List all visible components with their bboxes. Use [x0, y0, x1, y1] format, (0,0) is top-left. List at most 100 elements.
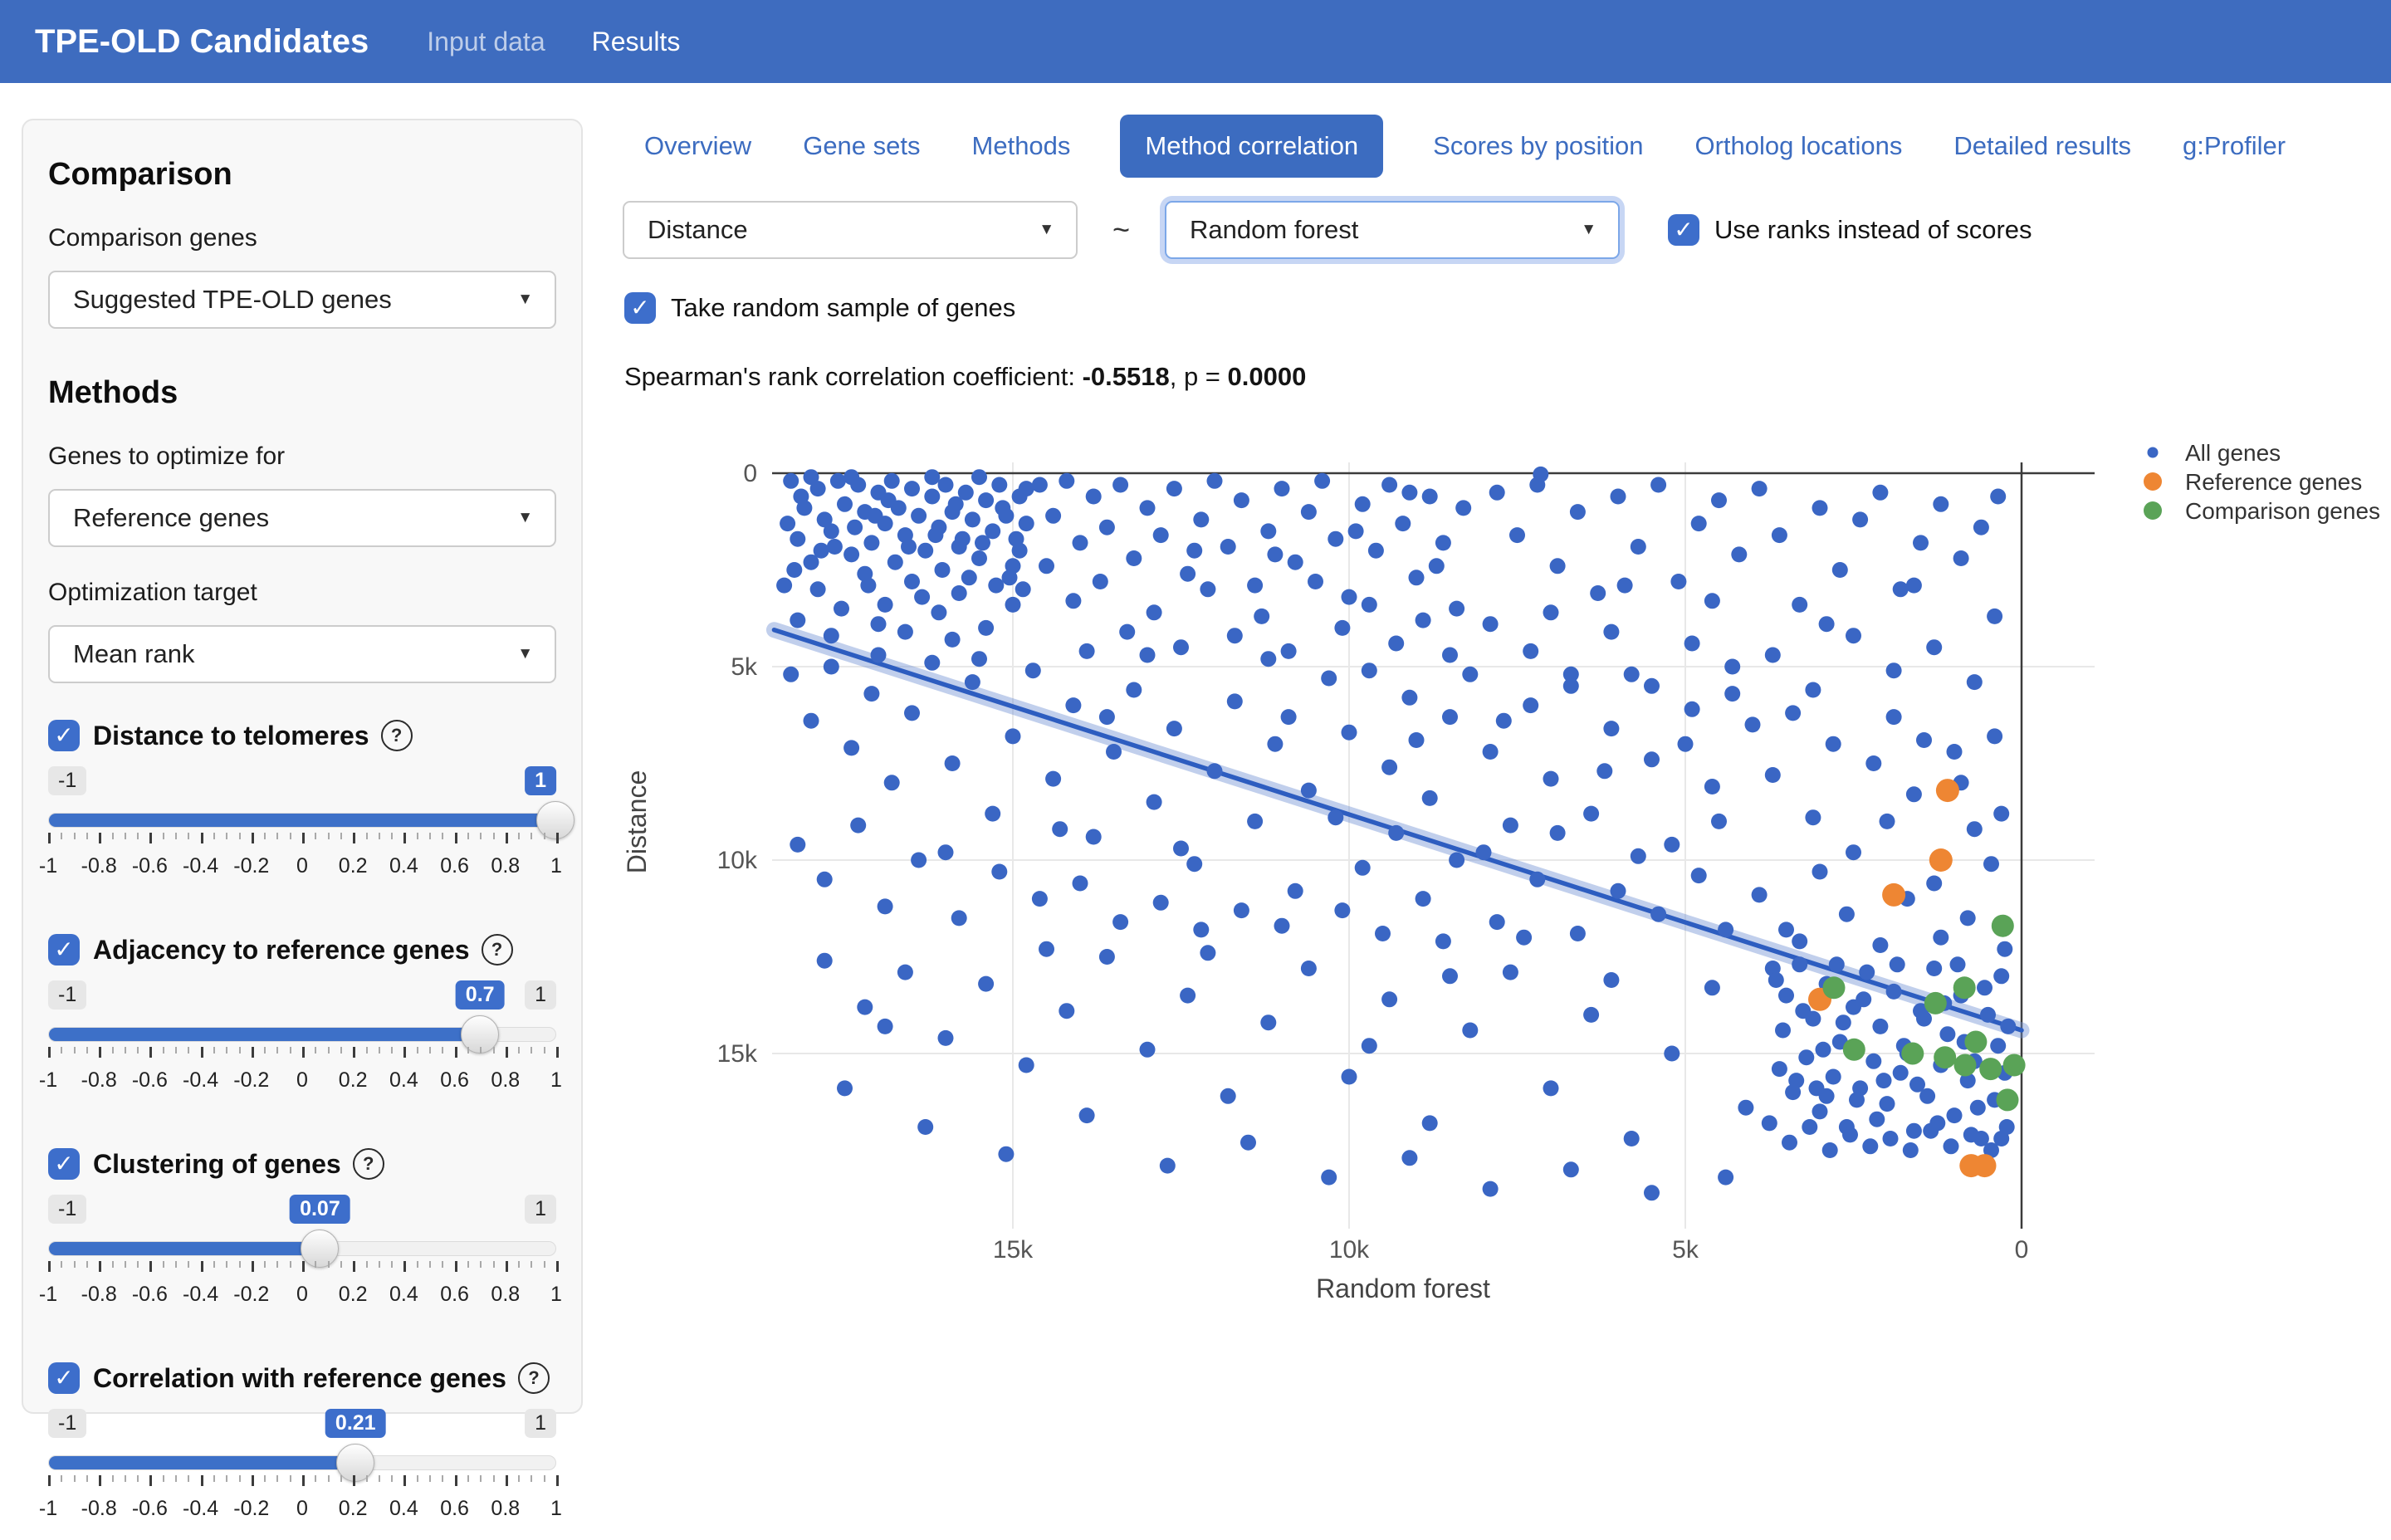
optimization-target-select[interactable]: Mean rank ▼ — [48, 625, 556, 683]
slider-track[interactable] — [48, 1241, 556, 1256]
method-y-value: Random forest — [1190, 215, 1358, 245]
comparison-genes-value: Suggested TPE-OLD genes — [73, 285, 392, 315]
correlation-with-reference-genes-checkbox[interactable]: ✓ — [48, 1362, 80, 1394]
method-x-select[interactable]: Distance ▼ — [623, 201, 1078, 259]
correlation-with-reference-genes-label: Correlation with reference genes — [93, 1363, 506, 1394]
optimization-target-value: Mean rank — [73, 639, 194, 669]
slider-max-badge: 1 — [525, 1409, 556, 1438]
legend-item-all-genes[interactable]: All genes — [2148, 440, 2281, 466]
methods-heading: Methods — [48, 375, 556, 411]
slider-track[interactable] — [48, 1027, 556, 1042]
genes-to-optimize-select[interactable]: Reference genes ▼ — [48, 489, 556, 547]
slider-min-badge: -1 — [48, 1195, 86, 1224]
chart-legend: All genes Reference genes Comparison genes — [2144, 440, 2380, 524]
x-axis-title: Random forest — [1316, 1274, 1490, 1303]
slider-grid: -1-0.8-0.6-0.4-0.200.20.40.60.81 — [48, 833, 556, 891]
correlation-chart[interactable]: 05k10k15k15k10k5k0DistanceRandom forestA… — [614, 432, 2391, 1345]
method-x-value: Distance — [648, 215, 748, 245]
slider-min-badge: -1 — [48, 1409, 86, 1438]
use-ranks-checkbox[interactable]: ✓ — [1668, 214, 1699, 246]
tab-methods[interactable]: Methods — [971, 115, 1073, 178]
tab-g-profiler[interactable]: g:Profiler — [2181, 115, 2287, 178]
method-sliders: ✓ Distance to telomeres? -1 1 -1-0.8-0.6-0.… — [48, 720, 556, 1540]
chevron-down-icon: ▼ — [1039, 221, 1054, 239]
slider-adjacency-to-reference-genes[interactable]: -1 1 0.7 -1-0.8-0.6-0.4-0.200.20.40.60.81 — [48, 980, 556, 1112]
chevron-down-icon: ▼ — [517, 645, 533, 663]
slider-value-badge: 1 — [525, 766, 556, 795]
correlation-controls: Distance ▼ ~ Random forest ▼ ✓ Use ranks… — [623, 201, 2032, 259]
slider-track[interactable] — [48, 1455, 556, 1470]
sidebar-panel: Comparison Comparison genes Suggested TP… — [22, 119, 583, 1414]
navbar: TPE-OLD Candidates Input data Results — [0, 0, 2391, 83]
scatter-plot-canvas[interactable]: 05k10k15k15k10k5k0DistanceRandom forestA… — [614, 432, 2391, 1345]
chevron-down-icon: ▼ — [517, 509, 533, 527]
slider-grid: -1-0.8-0.6-0.4-0.200.20.40.60.81 — [48, 1047, 556, 1105]
nav-link-input-data[interactable]: Input data — [427, 27, 545, 57]
method-row-correlation-with-reference-genes: ✓ Correlation with reference genes? — [48, 1362, 556, 1394]
legend-marker-icon — [2148, 447, 2159, 458]
adjacency-to-reference-genes-label: Adjacency to reference genes — [93, 935, 470, 966]
svg-text:5k: 5k — [1672, 1236, 1699, 1264]
slider-value-badge: 0.21 — [325, 1409, 386, 1438]
help-icon[interactable]: ? — [381, 720, 413, 751]
svg-text:10k: 10k — [717, 847, 758, 874]
svg-text:0: 0 — [743, 460, 757, 487]
stats-prefix: Spearman's rank correlation coefficient: — [624, 362, 1083, 391]
slider-grid: -1-0.8-0.6-0.4-0.200.20.40.60.81 — [48, 1475, 556, 1533]
results-tabbar: Overview Gene sets Methods Method correlati… — [643, 115, 2287, 178]
stats-p-value: 0.0000 — [1228, 362, 1307, 391]
clustering-of-genes-label: Clustering of genes — [93, 1149, 341, 1180]
help-icon[interactable]: ? — [518, 1362, 550, 1394]
legend-item-comparison-genes[interactable]: Comparison genes — [2144, 498, 2380, 524]
svg-text:15k: 15k — [993, 1236, 1034, 1264]
comparison-genes-label: Comparison genes — [48, 224, 556, 252]
svg-text:5k: 5k — [731, 653, 758, 681]
adjacency-to-reference-genes-checkbox[interactable]: ✓ — [48, 934, 80, 966]
spearman-stats: Spearman's rank correlation coefficient:… — [624, 362, 1306, 392]
slider-min-badge: -1 — [48, 980, 86, 1010]
slider-track[interactable] — [48, 813, 556, 828]
comparison-genes-select[interactable]: Suggested TPE-OLD genes ▼ — [48, 271, 556, 329]
clustering-of-genes-checkbox[interactable]: ✓ — [48, 1148, 80, 1180]
help-icon[interactable]: ? — [353, 1148, 384, 1180]
slider-clustering-of-genes[interactable]: -110.07 -1-0.8-0.6-0.4-0.200.20.40.60.81 — [48, 1195, 556, 1326]
random-sample-checkbox[interactable]: ✓ — [624, 292, 656, 324]
tab-ortholog-locations[interactable]: Ortholog locations — [1693, 115, 1904, 178]
tab-method-correlation[interactable]: Method correlation — [1120, 115, 1383, 178]
tab-overview[interactable]: Overview — [643, 115, 753, 178]
comparison-heading: Comparison — [48, 157, 556, 193]
distance-to-telomeres-checkbox[interactable]: ✓ — [48, 720, 80, 751]
legend-label: Reference genes — [2185, 469, 2362, 495]
slider-value-badge: 0.7 — [456, 980, 505, 1010]
help-icon[interactable]: ? — [482, 934, 513, 966]
tab-detailed-results[interactable]: Detailed results — [1952, 115, 2133, 178]
slider-grid: -1-0.8-0.6-0.4-0.200.20.40.60.81 — [48, 1261, 556, 1319]
slider-min-badge: -1 — [48, 766, 86, 795]
slider-correlation-with-reference-genes[interactable]: -1 1 0.21 -1-0.8-0.6-0.4-0.200.20.40.60.81 — [48, 1409, 556, 1540]
app-window: TPE-OLD Candidates Input data Results Co… — [0, 0, 2391, 1352]
distance-to-telomeres-label: Distance to telomeres — [93, 721, 369, 751]
genes-to-optimize-label: Genes to optimize for — [48, 442, 556, 471]
genes-to-optimize-value: Reference genes — [73, 503, 269, 533]
slider-max-badge: 1 — [525, 1195, 556, 1224]
y-axis-title: Distance — [622, 770, 652, 874]
sample-row: ✓ Take random sample of genes — [624, 292, 1015, 324]
slider-distance-to-telomeres[interactable]: -1 1 -1-0.8-0.6-0.4-0.200.20.40.60.81 — [48, 766, 556, 897]
tab-gene-sets[interactable]: Gene sets — [801, 115, 922, 178]
method-row-distance-to-telomeres: ✓ Distance to telomeres? — [48, 720, 556, 751]
slider-max-badge: 1 — [525, 980, 556, 1010]
method-y-select[interactable]: Random forest ▼ — [1165, 201, 1620, 259]
svg-text:15k: 15k — [717, 1040, 758, 1068]
chevron-down-icon: ▼ — [517, 291, 533, 309]
app-title: TPE-OLD Candidates — [35, 23, 369, 61]
series-all-genes — [776, 467, 2016, 1200]
stats-p-label: , p = — [1170, 362, 1228, 391]
nav-link-results[interactable]: Results — [592, 27, 681, 57]
legend-item-reference-genes[interactable]: Reference genes — [2144, 469, 2362, 495]
random-sample-label: Take random sample of genes — [671, 293, 1015, 323]
chevron-down-icon: ▼ — [1581, 221, 1596, 239]
tilde-separator: ~ — [1112, 213, 1130, 247]
tab-scores-by-position[interactable]: Scores by position — [1431, 115, 1645, 178]
stats-coefficient: -0.5518 — [1083, 362, 1170, 391]
legend-label: Comparison genes — [2185, 498, 2380, 524]
